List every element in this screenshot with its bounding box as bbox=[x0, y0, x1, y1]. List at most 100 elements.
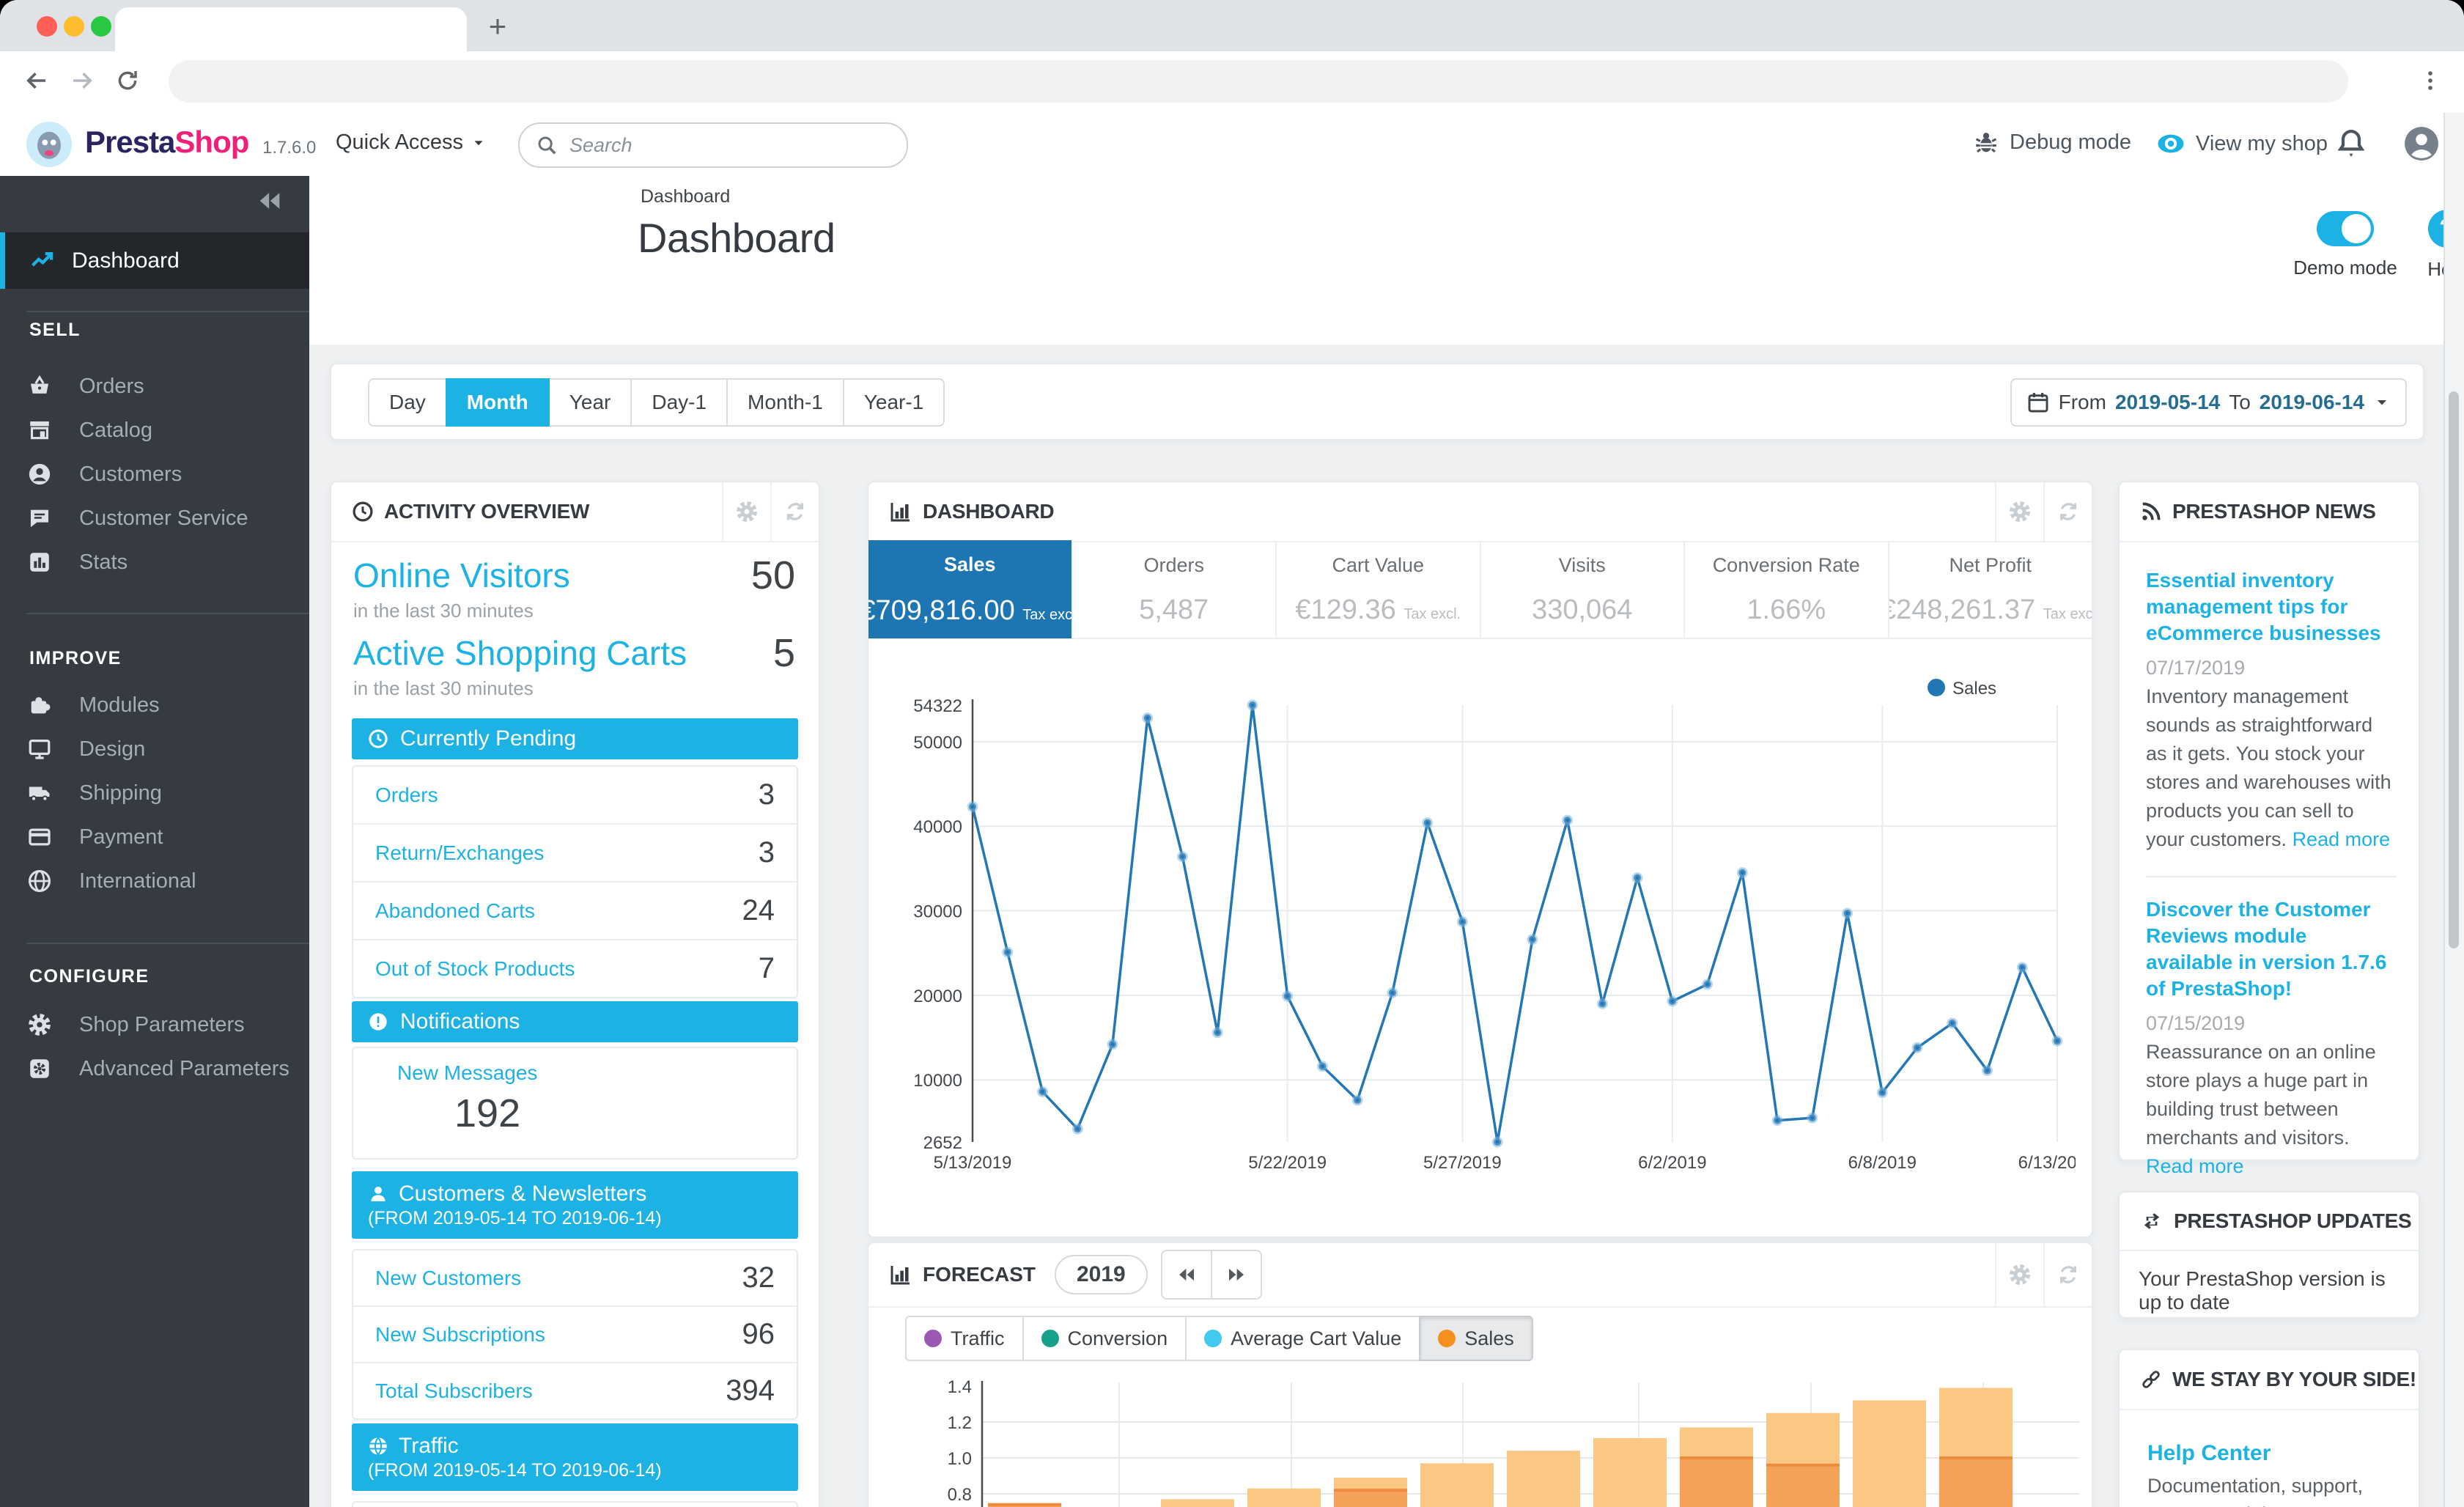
legend-sales-button[interactable]: Sales bbox=[1419, 1316, 1533, 1361]
online-visitors-link[interactable]: Online Visitors bbox=[353, 556, 570, 595]
sidebar-item-payment[interactable]: Payment bbox=[0, 815, 309, 859]
legend-average-cart-value-button[interactable]: Average Cart Value bbox=[1185, 1316, 1420, 1361]
forecast-prev-button[interactable] bbox=[1161, 1250, 1212, 1300]
abandoned-carts-link[interactable]: Abandoned Carts bbox=[375, 899, 535, 923]
kpi-visits[interactable]: Visits330,064 bbox=[1480, 541, 1684, 638]
updates-status-text: Your PrestaShop version is up to date bbox=[2120, 1251, 2419, 1330]
range-day-1-button[interactable]: Day-1 bbox=[630, 378, 728, 427]
online-visitors-value: 50 bbox=[751, 553, 795, 598]
new-tab-button[interactable]: + bbox=[480, 9, 515, 44]
debug-mode-link[interactable]: Debug mode bbox=[1973, 129, 2131, 155]
back-icon[interactable] bbox=[18, 62, 56, 100]
time-filter-bar: Day Month Year Day-1 Month-1 Year-1 From… bbox=[330, 363, 2424, 441]
new-customers-link[interactable]: New Customers bbox=[375, 1267, 521, 1290]
svg-text:Sales: Sales bbox=[1952, 679, 1996, 699]
pending-returns-link[interactable]: Return/Exchanges bbox=[375, 841, 544, 865]
news-item-title[interactable]: Discover the Customer Reviews module ava… bbox=[2146, 896, 2397, 1002]
sidebar-item-customers[interactable]: Customers bbox=[0, 452, 309, 496]
news-item-title[interactable]: Essential inventory management tips for … bbox=[2146, 567, 2397, 646]
kpi-conversion-rate[interactable]: Conversion Rate1.66% bbox=[1683, 541, 1888, 638]
page-title: Dashboard bbox=[638, 214, 835, 262]
prestashop-news-panel: PRESTASHOP NEWS Essential inventory mana… bbox=[2118, 481, 2420, 1161]
notifications-header: Notifications bbox=[352, 1001, 798, 1042]
legend-conversion-button[interactable]: Conversion bbox=[1022, 1316, 1187, 1361]
minimize-window-button[interactable] bbox=[64, 16, 84, 37]
sidebar-section-configure: CONFIGURE bbox=[29, 966, 150, 987]
search-input[interactable] bbox=[568, 133, 849, 158]
panel-refresh-icon[interactable] bbox=[770, 482, 819, 541]
pending-orders-link[interactable]: Orders bbox=[375, 784, 438, 807]
divider bbox=[2146, 876, 2397, 877]
currently-pending-list: Orders3 Return/Exchanges3 Abandoned Cart… bbox=[352, 765, 798, 998]
close-window-button[interactable] bbox=[37, 16, 57, 37]
notifications-box: New Messages 192 bbox=[352, 1047, 798, 1160]
sidebar-item-orders[interactable]: Orders bbox=[0, 364, 309, 408]
panel-settings-gear-icon[interactable] bbox=[722, 482, 770, 541]
read-more-link[interactable]: Read more bbox=[2146, 1155, 2244, 1177]
scrollbar-track[interactable] bbox=[2443, 113, 2464, 1507]
sidebar-collapse-icon[interactable] bbox=[255, 186, 284, 215]
avatar[interactable] bbox=[2402, 125, 2441, 163]
browser-address-bar bbox=[0, 51, 2464, 114]
read-more-link[interactable]: Read more bbox=[2293, 828, 2391, 850]
sales-line-chart: 26521000020000300004000050000543225/13/2… bbox=[896, 668, 2076, 1196]
forward-icon[interactable] bbox=[63, 62, 101, 100]
dashboard-panel: DASHBOARD Sales€709,816.00 Tax excl. Ord… bbox=[867, 481, 2093, 1238]
sidebar-item-international[interactable]: International bbox=[0, 859, 309, 903]
panel-refresh-icon[interactable] bbox=[2043, 1243, 2092, 1306]
scrollbar-thumb[interactable] bbox=[2449, 391, 2459, 948]
breadcrumb[interactable]: Dashboard bbox=[641, 186, 730, 207]
prestashop-logo[interactable] bbox=[26, 122, 72, 167]
news-item-body: Inventory management sounds as straightf… bbox=[2146, 682, 2397, 854]
stats-icon bbox=[27, 550, 52, 575]
sidebar-item-dashboard[interactable]: Dashboard bbox=[0, 232, 309, 289]
zoom-window-button[interactable] bbox=[91, 16, 111, 37]
reload-icon[interactable] bbox=[108, 62, 147, 100]
svg-text:5/22/2019: 5/22/2019 bbox=[1248, 1153, 1327, 1173]
sidebar-item-advanced-parameters[interactable]: Advanced Parameters bbox=[0, 1047, 309, 1091]
kpi-sales[interactable]: Sales€709,816.00 Tax excl. bbox=[868, 540, 1071, 638]
new-subscriptions-link[interactable]: New Subscriptions bbox=[375, 1323, 545, 1346]
sidebar-item-customer-service[interactable]: Customer Service bbox=[0, 496, 309, 540]
panel-settings-gear-icon[interactable] bbox=[1995, 482, 2043, 541]
kpi-net-profit[interactable]: Net Profit€248,261.37 Tax excl. bbox=[1888, 541, 2092, 638]
divider bbox=[26, 311, 309, 312]
range-month-button[interactable]: Month bbox=[446, 378, 550, 427]
sidebar-item-design[interactable]: Design bbox=[0, 727, 309, 771]
range-year-1-button[interactable]: Year-1 bbox=[843, 378, 945, 427]
range-month-1-button[interactable]: Month-1 bbox=[726, 378, 844, 427]
demo-mode-toggle[interactable] bbox=[2317, 211, 2374, 246]
kpi-cart-value[interactable]: Cart Value€129.36 Tax excl. bbox=[1275, 541, 1480, 638]
range-year-button[interactable]: Year bbox=[548, 378, 632, 427]
date-range-picker[interactable]: From2019-05-14 To2019-06-14 bbox=[2010, 378, 2407, 427]
sidebar-item-shop-parameters[interactable]: Shop Parameters bbox=[0, 1003, 309, 1047]
view-my-shop-link[interactable]: View my shop bbox=[2156, 129, 2328, 158]
url-input[interactable] bbox=[169, 60, 2348, 103]
panel-settings-gear-icon[interactable] bbox=[1995, 1243, 2043, 1306]
svg-text:5/13/2019: 5/13/2019 bbox=[934, 1153, 1012, 1173]
help-center-link[interactable]: Help Center bbox=[2147, 1441, 2398, 1466]
notifications-bell-icon[interactable] bbox=[2332, 125, 2370, 163]
forecast-next-button[interactable] bbox=[1211, 1250, 1262, 1300]
kpi-orders[interactable]: Orders5,487 bbox=[1071, 541, 1276, 638]
fast-forward-icon bbox=[1225, 1264, 1247, 1286]
legend-traffic-button[interactable]: Traffic bbox=[905, 1316, 1024, 1361]
range-day-button[interactable]: Day bbox=[368, 378, 447, 427]
new-messages-link[interactable]: New Messages bbox=[397, 1061, 537, 1085]
sidebar-item-catalog[interactable]: Catalog bbox=[0, 408, 309, 452]
panel-refresh-icon[interactable] bbox=[2043, 482, 2092, 541]
search-box[interactable] bbox=[518, 122, 908, 168]
active-carts-link[interactable]: Active Shopping Carts bbox=[353, 633, 687, 673]
sidebar-item-shipping[interactable]: Shipping bbox=[0, 771, 309, 815]
browser-menu-icon[interactable] bbox=[2411, 62, 2449, 100]
browser-tab[interactable] bbox=[115, 7, 467, 51]
svg-text:20000: 20000 bbox=[913, 987, 962, 1006]
sidebar-item-stats[interactable]: Stats bbox=[0, 540, 309, 584]
quick-access-dropdown[interactable]: Quick Access bbox=[336, 130, 487, 155]
total-subscribers-link[interactable]: Total Subscribers bbox=[375, 1379, 533, 1403]
customers-icon bbox=[27, 462, 52, 487]
out-of-stock-link[interactable]: Out of Stock Products bbox=[375, 957, 575, 981]
sidebar-item-modules[interactable]: Modules bbox=[0, 683, 309, 727]
list-item: Abandoned Carts24 bbox=[353, 881, 797, 939]
gearbox-icon bbox=[27, 1056, 52, 1081]
